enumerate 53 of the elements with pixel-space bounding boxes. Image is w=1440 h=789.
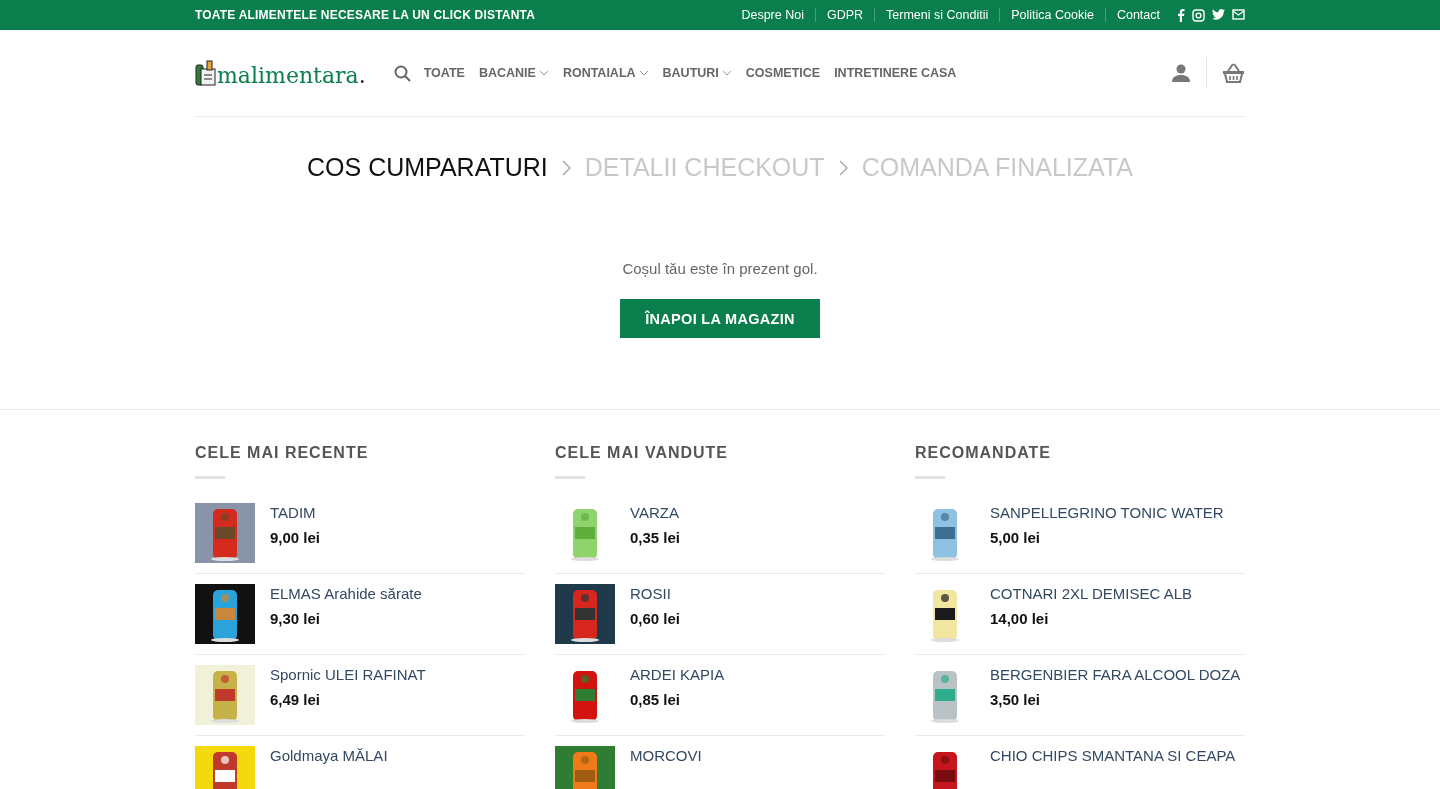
nav-item[interactable]: INTRETINERE CASA (834, 66, 957, 80)
empty-cart-message: Coșul tău este în prezent gol. (622, 260, 818, 277)
twitter-icon[interactable] (1212, 8, 1225, 20)
search-icon[interactable] (393, 64, 411, 82)
product-price: 6,49 lei (270, 691, 322, 708)
product-price: 3,50 lei (990, 691, 1042, 708)
product-price: 14,00 lei (990, 610, 1050, 627)
instagram-icon[interactable] (1192, 8, 1205, 22)
product-name[interactable]: ARDEI KAPIA (630, 665, 725, 685)
chevron-right-icon (838, 159, 848, 176)
top-link[interactable]: Despre Noi (730, 8, 815, 22)
product-name[interactable]: MORCOVI (630, 746, 702, 766)
nav-item[interactable]: BACANIE (478, 66, 549, 80)
chevron-down-icon (538, 70, 549, 76)
top-link[interactable]: GDPR (814, 8, 875, 22)
product-name[interactable]: Spornic ULEI RAFINAT (270, 665, 426, 685)
back-to-shop-button[interactable]: ÎNAPOI LA MAGAZIN (620, 299, 820, 338)
product-name[interactable]: Goldmaya MĂLAI (270, 746, 388, 766)
nav-item[interactable]: RONTAIALA (562, 66, 649, 80)
product-name[interactable]: TADIM (270, 503, 321, 523)
section-title: RECOMANDATE (915, 444, 1053, 462)
product-price: 0,85 lei (630, 691, 682, 708)
product-name[interactable]: VARZA (630, 503, 681, 523)
user-icon[interactable] (1172, 64, 1190, 82)
chevron-down-icon (638, 70, 649, 76)
product-price: 9,30 lei (270, 610, 322, 627)
section-title: CELE MAI RECENTE (195, 444, 370, 462)
top-link[interactable]: Termeni si Conditii (874, 8, 1000, 22)
top-link[interactable]: Contact (1104, 8, 1171, 22)
nav-item[interactable]: TOATE (423, 66, 465, 80)
basket-icon[interactable] (1222, 63, 1245, 83)
product-name[interactable]: SANPELLEGRINO TONIC WATER (990, 503, 1224, 523)
product-name[interactable]: COTNARI 2XL DEMISEC ALB (990, 584, 1192, 604)
product-price: 9,00 lei (270, 529, 321, 546)
top-link[interactable]: Politica Cookie (999, 8, 1105, 22)
checkout-step[interactable]: COS CUMPARATURI (307, 153, 548, 182)
section-title: CELE MAI VANDUTE (555, 444, 730, 462)
chevron-down-icon (721, 70, 732, 76)
mail-icon[interactable] (1232, 8, 1245, 20)
product-name[interactable]: ROSII (630, 584, 681, 604)
product-name[interactable]: CHIO CHIPS SMANTANA SI CEAPA (990, 746, 1236, 766)
product-name[interactable]: BERGENBIER FARA ALCOOL DOZA (990, 665, 1241, 685)
tagline: TOATE ALIMENTELE NECESARE LA UN CLICK DISTANTA (195, 8, 537, 22)
chevron-right-icon (561, 159, 571, 176)
product-price: 5,00 lei (990, 529, 1042, 546)
product-price: 0,35 lei (630, 529, 681, 546)
facebook-icon[interactable] (1177, 8, 1185, 22)
logo[interactable]: malimentara. (195, 59, 366, 87)
product-name[interactable]: ELMAS Arahide sărate (270, 584, 422, 604)
nav-item[interactable]: COSMETICE (745, 66, 821, 80)
grocery-bag-icon (195, 59, 217, 87)
product-price: 0,60 lei (630, 610, 681, 627)
nav-item[interactable]: BAUTURI (662, 66, 732, 80)
